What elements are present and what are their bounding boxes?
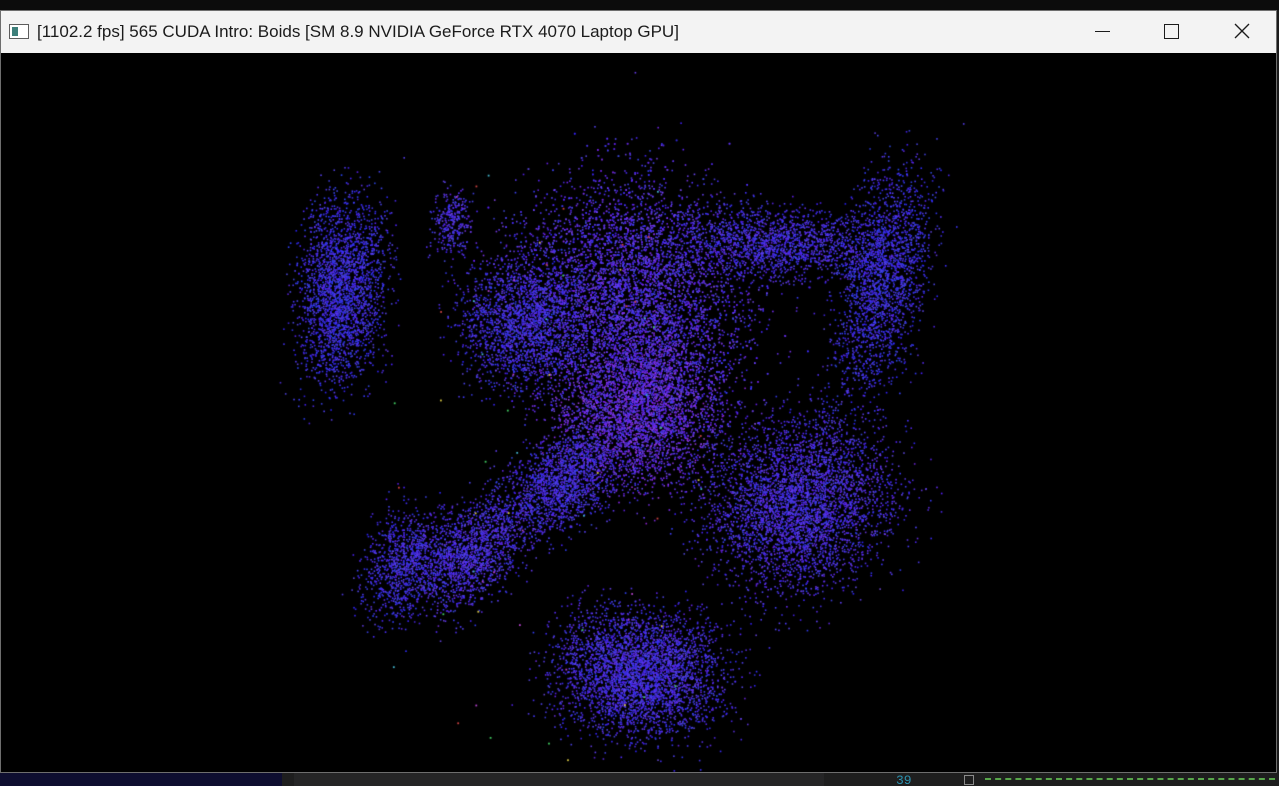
minimize-icon [1095, 31, 1110, 32]
collapse-icon[interactable] [964, 775, 974, 785]
close-button[interactable] [1219, 11, 1265, 53]
background-code-editor: 39 [0, 773, 1279, 786]
line-number: 39 [896, 773, 912, 786]
close-icon [1234, 23, 1250, 39]
boids-particle-canvas [1, 53, 1276, 772]
window-titlebar[interactable]: [1102.2 fps] 565 CUDA Intro: Boids [SM 8… [1, 11, 1276, 53]
boids-window[interactable]: [1102.2 fps] 565 CUDA Intro: Boids [SM 8… [0, 10, 1277, 773]
desktop-background-top [0, 0, 1279, 10]
background-strip [0, 773, 282, 786]
comment-divider [985, 778, 1275, 780]
minimize-button[interactable] [1078, 11, 1124, 53]
maximize-button[interactable] [1148, 11, 1194, 53]
app-window-icon [9, 24, 29, 39]
maximize-icon [1164, 24, 1179, 39]
window-title: [1102.2 fps] 565 CUDA Intro: Boids [SM 8… [37, 22, 679, 41]
simulation-viewport[interactable] [1, 53, 1276, 772]
background-panel [294, 773, 824, 786]
